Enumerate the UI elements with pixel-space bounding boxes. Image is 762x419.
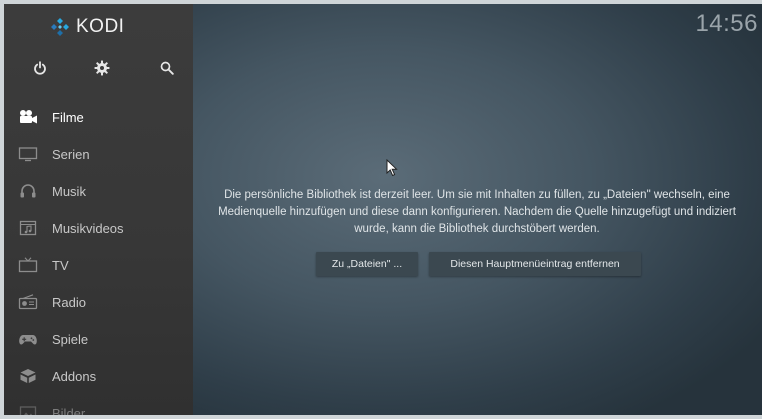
menu-item-label: Filme (52, 110, 84, 125)
kodi-logo-icon (51, 18, 69, 36)
menu-item-label: Addons (52, 369, 97, 384)
remove-menu-entry-button[interactable]: Diesen Hauptmenüeintrag entfernen (429, 252, 641, 276)
music-video-icon (17, 219, 39, 237)
menu-item-bilder[interactable]: Bilder (4, 395, 193, 415)
sidebar: KODI Filme Serien Musik Musikvideos TV R… (4, 4, 193, 415)
menu-item-tv[interactable]: TV (4, 247, 193, 284)
image-icon (17, 404, 39, 415)
gamepad-icon (17, 330, 39, 348)
search-button[interactable] (155, 56, 179, 80)
menu-item-radio[interactable]: Radio (4, 284, 193, 321)
power-button[interactable] (28, 56, 52, 80)
addons-box-icon (17, 367, 39, 385)
headphones-icon (17, 182, 39, 200)
go-to-files-button[interactable]: Zu „Dateien" ... (316, 252, 418, 276)
menu-item-addons[interactable]: Addons (4, 358, 193, 395)
kodi-logo: KODI (50, 16, 124, 38)
radio-icon (17, 293, 39, 311)
gear-icon (94, 60, 110, 76)
menu-item-spiele[interactable]: Spiele (4, 321, 193, 358)
menu-item-serien[interactable]: Serien (4, 136, 193, 173)
search-icon (160, 61, 174, 75)
menu-item-label: TV (52, 258, 69, 273)
menu-item-label: Bilder (52, 406, 86, 415)
kodi-screen: KODI Filme Serien Musik Musikvideos TV R… (4, 4, 762, 415)
main-menu: Filme Serien Musik Musikvideos TV Radio … (4, 99, 193, 415)
power-icon (34, 61, 46, 75)
menu-item-musik[interactable]: Musik (4, 173, 193, 210)
menu-item-label: Musikvideos (52, 221, 124, 236)
clock: 14:56 (695, 10, 758, 37)
television-icon (17, 256, 39, 274)
tv-screen-icon (17, 145, 39, 163)
movie-camera-icon (17, 108, 39, 126)
menu-item-label: Serien (52, 147, 90, 162)
menu-item-label: Musik (52, 184, 86, 199)
window-frame: KODI Filme Serien Musik Musikvideos TV R… (0, 0, 762, 419)
empty-library-message: Die persönliche Bibliothek ist derzeit l… (218, 189, 736, 235)
menu-item-label: Radio (52, 295, 86, 310)
menu-item-label: Spiele (52, 332, 89, 347)
top-icon-bar (4, 56, 193, 80)
settings-button[interactable] (90, 56, 114, 80)
menu-item-musikvideos[interactable]: Musikvideos (4, 210, 193, 247)
mouse-cursor-icon (386, 159, 398, 177)
kodi-logo-text: KODI (76, 16, 125, 37)
menu-item-filme[interactable]: Filme (4, 99, 193, 136)
